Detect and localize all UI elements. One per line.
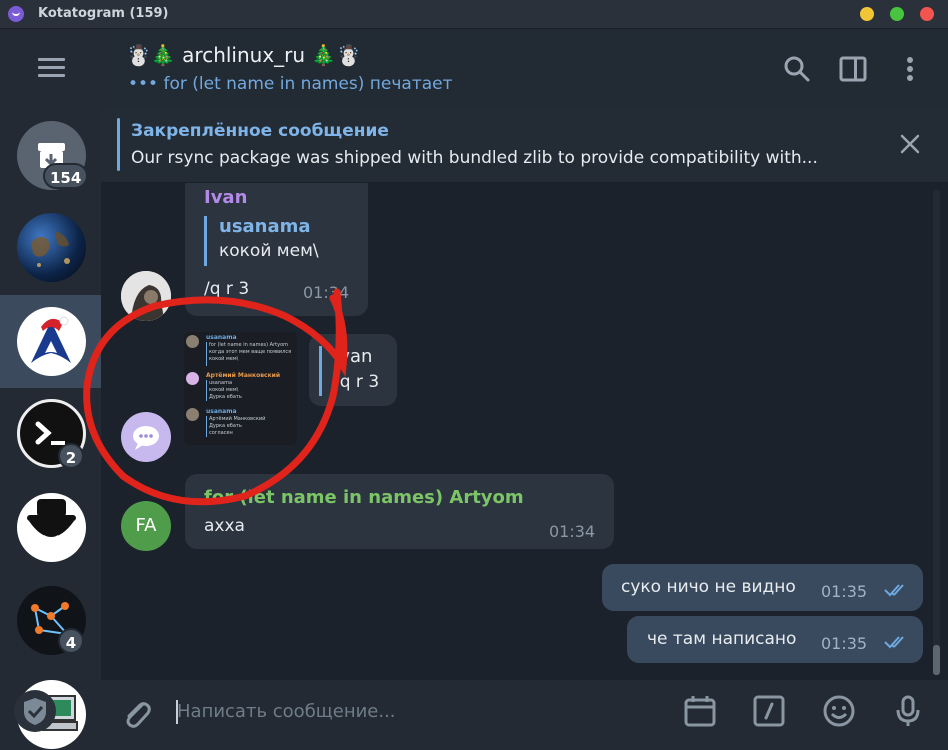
attach-icon[interactable] [119, 694, 153, 728]
sticker-text: кокой мем\ [209, 356, 239, 362]
double-check-icon [884, 636, 904, 649]
close-window-button[interactable] [920, 7, 934, 21]
chat-item-archlinux[interactable] [17, 307, 86, 376]
sticker-text: usanama [209, 380, 233, 386]
outgoing-message-bubble[interactable]: че там написано 01:35 [627, 616, 923, 663]
typing-status: ••• for (let name in names) печатает [128, 74, 453, 94]
typing-dots: ••• [128, 74, 159, 94]
chat-bubble-icon [133, 426, 159, 450]
reply-author: Ivan [334, 346, 373, 367]
sticker-text: кокой мем\ [209, 387, 239, 393]
scrollbar-thumb[interactable] [933, 645, 940, 675]
sticker-text: Дурка ебать [209, 423, 242, 429]
pinned-message-bar[interactable]: Закреплённое сообщение Our rsync package… [101, 107, 948, 183]
sticker-image[interactable]: usanama for (let name in names) Artyom к… [184, 332, 297, 445]
chat-title[interactable]: ☃️🎄 archlinux_ru 🎄☃️ [126, 43, 361, 67]
spy-hat-icon [27, 499, 76, 543]
maximize-button[interactable] [890, 7, 904, 21]
message-time: 01:34 [303, 283, 350, 302]
sticker-line: usanama [206, 408, 237, 415]
sticker-line: for (let name in names) Artyom когда это… [206, 342, 297, 366]
sticker-line: Артёмий Манковский Дурка ебать согласен [206, 416, 297, 437]
arch-logo-icon [31, 316, 71, 363]
chat-item-spy[interactable] [17, 493, 86, 562]
sticker-text: согласен [209, 430, 233, 436]
sidebar-toggle-icon[interactable] [839, 55, 867, 83]
sticker-text: Артёмий Манковский [209, 416, 266, 422]
message-text: че там написано [647, 629, 797, 649]
earth-avatar-icon [31, 231, 70, 267]
emoji-icon[interactable] [822, 694, 856, 728]
sticker-avatar [186, 372, 199, 385]
typing-text: for (let name in names) печатает [163, 74, 453, 94]
avatar[interactable] [121, 271, 171, 321]
quote-text: кокой мем\ [219, 241, 319, 261]
quote-author: usanama [219, 216, 311, 237]
app-logo-icon [8, 6, 24, 22]
sticker-text: Дурка ебать [209, 394, 242, 400]
message-sender[interactable]: Ivan [204, 187, 247, 208]
scrollbar-track[interactable] [933, 190, 940, 675]
microphone-icon[interactable] [891, 694, 925, 728]
reply-quote[interactable]: usanama кокой мем\ [204, 216, 319, 266]
message-time: 01:35 [821, 582, 868, 601]
reply-text: /q r 3 [334, 372, 380, 392]
pinned-title: Закреплённое сообщение [131, 121, 389, 141]
message-sender[interactable]: for (let name in names) Artyom [204, 487, 524, 508]
double-check-icon [884, 584, 904, 597]
sticker-avatar [186, 408, 199, 421]
sticker-line: usanama [206, 334, 237, 341]
window-title: Kotatogram (159) [38, 6, 169, 21]
message-time: 01:35 [821, 634, 868, 653]
message-bubble[interactable]: Ivan usanama кокой мем\ /q r 3 01:34 [185, 183, 368, 316]
pinned-text: Our rsync package was shipped with bundl… [131, 148, 818, 168]
outgoing-message-bubble[interactable]: суко ничо не видно 01:35 [602, 564, 923, 611]
message-text: /q r 3 [204, 279, 250, 299]
message-time: 01:34 [549, 522, 596, 541]
title-bar: Kotatogram (159) [0, 0, 948, 29]
message-text: суко ничо не видно [621, 577, 796, 597]
sticker-line: Артёмий Манковский [206, 372, 281, 379]
search-icon[interactable] [783, 55, 811, 83]
reply-bubble[interactable]: Ivan /q r 3 [309, 334, 397, 406]
menu-icon[interactable] [38, 58, 65, 78]
avatar[interactable] [121, 412, 171, 462]
sticker-text: for (let name in names) Artyom [209, 342, 288, 348]
message-text: ахха [204, 516, 245, 536]
minimize-button[interactable] [860, 7, 874, 21]
user-photo-icon [121, 271, 171, 321]
message-list[interactable]: Ivan usanama кокой мем\ /q r 3 01:34 usa… [101, 183, 948, 680]
unread-badge: 154 [43, 163, 89, 189]
sticker-line: usanama кокой мем\ Дурка ебать [206, 380, 297, 401]
avatar[interactable]: FA [121, 501, 171, 551]
message-bubble[interactable]: for (let name in names) Artyom ахха 01:3… [185, 474, 614, 549]
unread-badge: 4 [58, 628, 84, 654]
sticker-text: когда этот мем ваще появился [209, 349, 292, 355]
chat-header: ☃️🎄 archlinux_ru 🎄☃️ ••• for (let name i… [101, 29, 948, 107]
message-input[interactable]: Написать сообщение... [177, 701, 396, 722]
message-composer: Написать сообщение... [101, 680, 948, 750]
close-icon[interactable] [899, 133, 921, 155]
bot-command-icon[interactable] [752, 694, 786, 728]
pinned-accent-bar [117, 118, 120, 171]
schedule-icon[interactable] [683, 694, 717, 728]
more-vertical-icon[interactable] [896, 55, 924, 83]
shield-check-icon [14, 690, 56, 732]
unread-badge: 2 [58, 443, 84, 469]
chat-item-earth-channel[interactable] [17, 213, 86, 282]
reply-quote[interactable]: Ivan /q r 3 [319, 346, 379, 396]
sticker-avatar [186, 335, 199, 348]
